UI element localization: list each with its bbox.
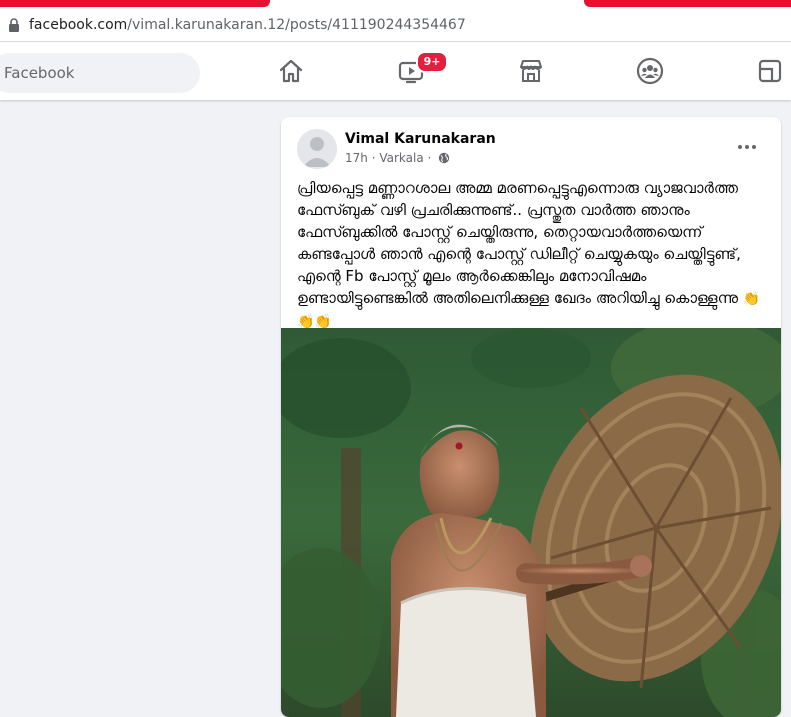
tab-indicator[interactable] bbox=[584, 0, 791, 7]
home-icon[interactable] bbox=[277, 57, 305, 85]
groups-icon[interactable] bbox=[636, 57, 664, 85]
search-placeholder: Facebook bbox=[4, 64, 75, 82]
post-location[interactable]: Varkala bbox=[379, 151, 423, 165]
post-text: പ്രിയപ്പെട്ട മണ്ണാറശാല അമ്മ മരണപ്പെട്ടുഎ… bbox=[297, 177, 767, 333]
post-body: പ്രിയപ്പെട്ട മണ്ണാറശാല അമ്മ മരണപ്പെട്ടുഎ… bbox=[297, 179, 741, 307]
browser-tab-strip bbox=[0, 0, 791, 9]
post-photo[interactable] bbox=[281, 328, 781, 717]
post-card: Vimal Karunakaran 17h · Varkala · പ്രിയപ… bbox=[281, 117, 781, 717]
url-path: /vimal.karunakaran.12/posts/411190244354… bbox=[127, 17, 466, 33]
avatar[interactable] bbox=[297, 129, 337, 169]
search-input[interactable]: Facebook bbox=[0, 53, 200, 93]
marketplace-icon[interactable] bbox=[517, 57, 545, 85]
active-tab-indicator[interactable] bbox=[0, 0, 270, 7]
more-options-icon[interactable] bbox=[731, 137, 763, 157]
lock-icon[interactable] bbox=[8, 18, 20, 32]
meta-separator-2: · bbox=[427, 151, 432, 165]
gaming-icon[interactable] bbox=[756, 57, 784, 85]
url-text[interactable]: facebook.com/vimal.karunakaran.12/posts/… bbox=[29, 17, 466, 33]
post-time[interactable]: 17h bbox=[345, 151, 368, 165]
meta-separator: · bbox=[371, 151, 376, 165]
post-author-name[interactable]: Vimal Karunakaran bbox=[345, 131, 496, 147]
facebook-top-nav: Facebook bbox=[0, 42, 791, 100]
video-notification-badge: 9+ bbox=[416, 51, 448, 73]
address-bar[interactable]: facebook.com/vimal.karunakaran.12/posts/… bbox=[0, 9, 791, 42]
post-meta: 17h · Varkala · bbox=[345, 151, 450, 165]
url-domain: facebook.com bbox=[29, 17, 128, 33]
globe-privacy-icon[interactable] bbox=[438, 152, 450, 164]
